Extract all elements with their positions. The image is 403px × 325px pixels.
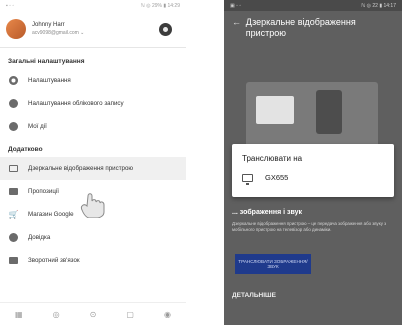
status-right: ℕ ◎ 22 ▮ 14:17 xyxy=(361,2,396,9)
menu-item-label: Налаштування xyxy=(28,77,71,84)
cast-icon xyxy=(8,163,19,174)
account-menu-button[interactable] xyxy=(159,22,172,36)
account-header[interactable]: Johnny Harr acv9098@gmail.com ⌄ xyxy=(0,11,186,47)
menu-item-label: Налаштування облікового запису xyxy=(28,100,124,107)
page-title: Дзеркальне відображення пристрою xyxy=(245,17,356,38)
bottom-navigation: ▦ ◎ ⊙ ▢ ◉ xyxy=(0,302,186,325)
status-left: ▪ ◦ ◦ xyxy=(6,2,15,9)
status-bar: ▪ ◦ ◦ ℕ ◎ 29% ▮ 14:29 xyxy=(0,0,186,11)
status-right: ℕ ◎ 29% ▮ 14:29 xyxy=(140,2,180,9)
cast-dialog: Транслювати на GX655 xyxy=(232,144,394,197)
menu-item-label: Дзеркальне відображення пристрою xyxy=(28,165,134,172)
back-arrow-icon[interactable]: ← xyxy=(232,17,242,39)
account-name: Johnny Harr xyxy=(32,22,65,29)
menu-item-label: Мої дії xyxy=(28,123,47,130)
section-heading: ... зображення і звук xyxy=(232,209,302,216)
learn-more-link[interactable]: ДЕТАЛЬНІШЕ xyxy=(232,292,276,299)
nav-home-icon[interactable]: ⊙ xyxy=(90,310,97,319)
section-title-extra: Додатково xyxy=(8,146,43,153)
account-email[interactable]: acv9098@gmail.com ⌄ xyxy=(32,30,159,36)
cast-device-option[interactable]: GX655 xyxy=(232,163,394,192)
account-icon xyxy=(8,98,19,109)
nav-devices-icon[interactable]: ▢ xyxy=(126,310,134,319)
cast-dialog-title: Транслювати на xyxy=(242,154,303,163)
nav-explore-icon[interactable]: ◎ xyxy=(53,310,60,319)
section-title-general: Загальні налаштування xyxy=(8,58,85,65)
tv-illustration xyxy=(256,96,294,124)
avatar xyxy=(6,19,26,39)
gear-icon xyxy=(8,75,19,86)
settings-drawer: ▪ ◦ ◦ ℕ ◎ 29% ▮ 14:29 Johnny Harr acv909… xyxy=(0,0,186,325)
menu-item-label: Зворотний зв'язок xyxy=(28,257,80,264)
nav-profile-icon[interactable]: ◉ xyxy=(164,310,171,319)
section-description: Дзеркальне відображення пристрою – це пе… xyxy=(232,221,387,232)
menu-item-mirror-device[interactable]: Дзеркальне відображення пристрою xyxy=(0,157,186,180)
cart-icon: 🛒 xyxy=(8,210,19,219)
offers-icon xyxy=(8,186,19,197)
menu-item-feedback[interactable]: Зворотний зв'язок xyxy=(0,249,186,272)
device-name: GX655 xyxy=(265,173,289,182)
phone-illustration xyxy=(316,90,342,134)
feedback-icon xyxy=(8,255,19,266)
status-bar: ▣ ◦ ◦ ℕ ◎ 22 ▮ 14:17 xyxy=(224,0,402,11)
tap-hand-icon xyxy=(81,193,105,218)
cast-screen-button[interactable]: ТРАНСЛЮВАТИ ЗОБРАЖЕННЯ/ЗВУК xyxy=(235,254,311,274)
menu-item-label: Довідка xyxy=(28,234,51,241)
mirror-device-screen: ▣ ◦ ◦ ℕ ◎ 22 ▮ 14:17 ← Дзеркальне відобр… xyxy=(224,0,402,325)
menu-item-account-settings[interactable]: Налаштування облікового запису xyxy=(0,92,186,115)
nav-gallery-icon[interactable]: ▦ xyxy=(15,310,23,319)
menu-item-label: Магазин Google xyxy=(28,211,74,218)
tv-icon xyxy=(242,173,253,185)
menu-item-label: Пропозиції xyxy=(28,188,59,195)
menu-item-help[interactable]: Довідка xyxy=(0,226,186,249)
screen-header: ← Дзеркальне відображення пристрою xyxy=(224,11,402,39)
help-icon xyxy=(8,232,19,243)
status-left: ▣ ◦ ◦ xyxy=(230,2,242,9)
menu-item-settings[interactable]: Налаштування xyxy=(0,69,186,92)
history-icon xyxy=(8,121,19,132)
menu-item-my-activity[interactable]: Мої дії xyxy=(0,115,186,138)
